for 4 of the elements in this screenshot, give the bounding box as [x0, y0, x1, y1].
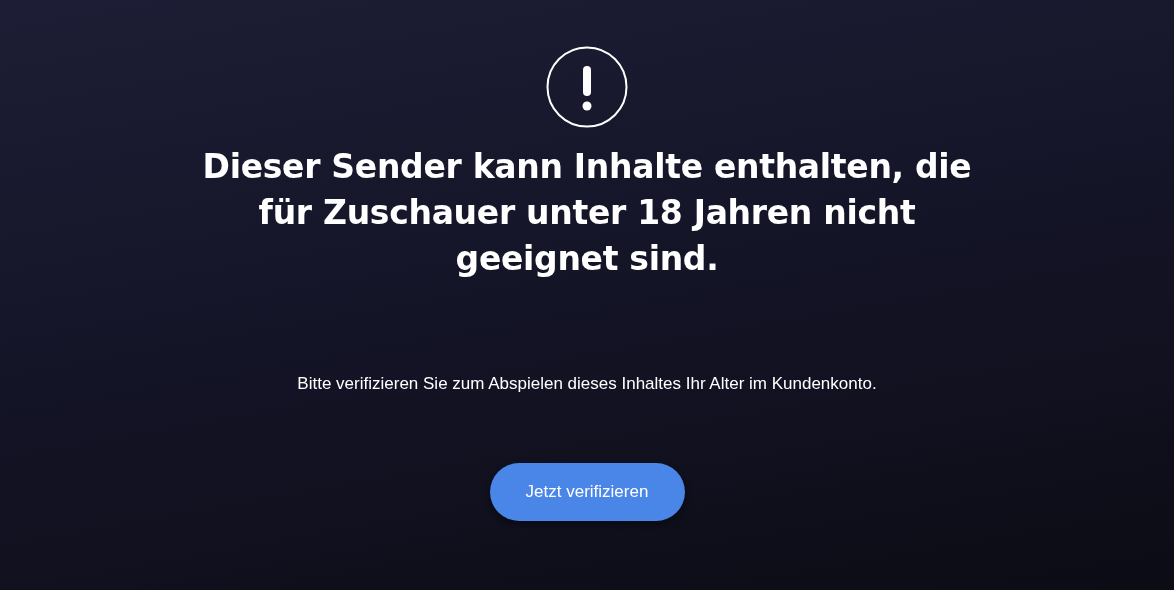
warning-icon	[546, 46, 628, 128]
warning-heading: Dieser Sender kann Inhalte enthalten, die für Zuschauer unter 18 Jahren nicht geeignet sind.	[201, 146, 973, 280]
verification-message: Bitte verifizieren Sie zum Abspielen dieses Inhaltes Ihr Alter im Kundenkonto.	[297, 373, 877, 395]
verify-button[interactable]: Jetzt verifizieren	[489, 463, 685, 521]
